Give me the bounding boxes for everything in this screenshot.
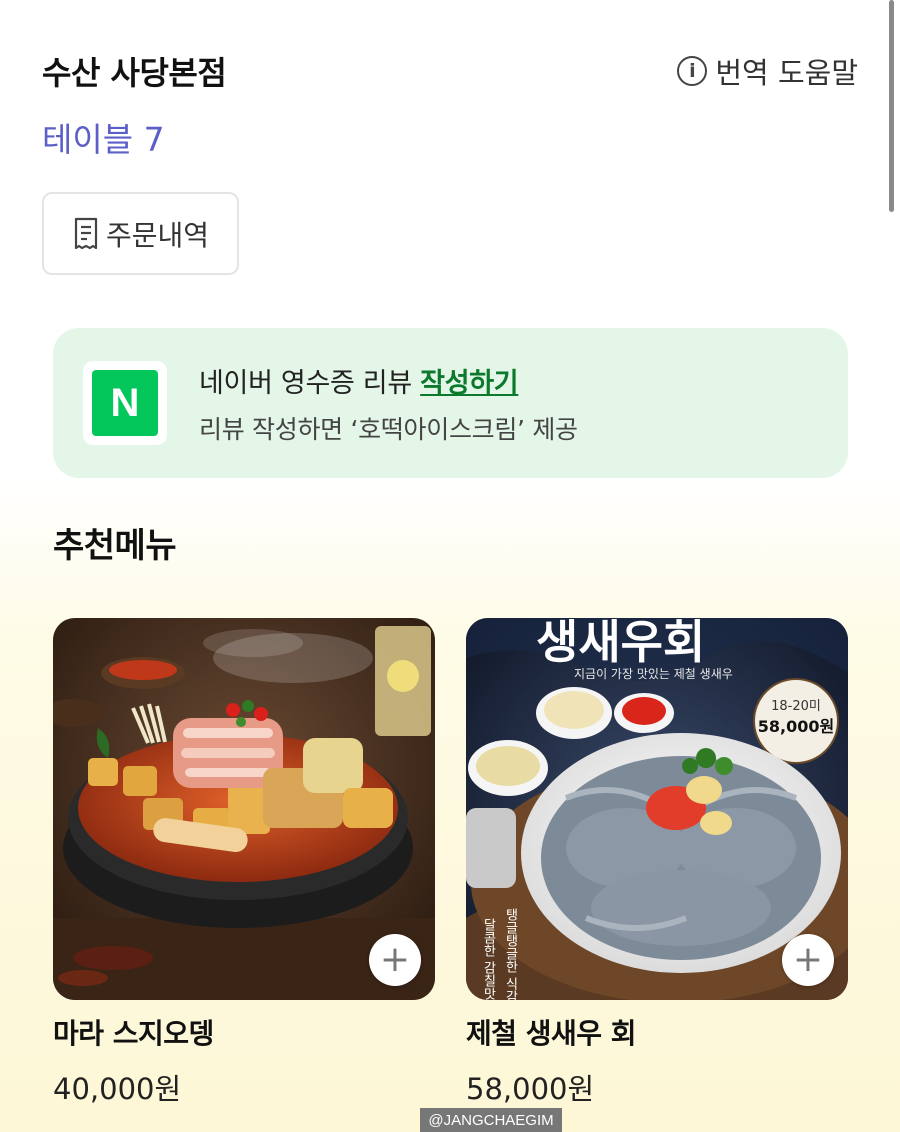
- image-vertical-right: 탱글탱글한 식감: [503, 908, 518, 1000]
- menu-name: 마라 스지오뎅: [53, 1017, 214, 1050]
- naver-logo-icon: N: [92, 370, 158, 436]
- menu-price: 58,000원: [466, 1072, 595, 1106]
- badge-count: 18-20미: [771, 699, 821, 714]
- add-to-cart-button[interactable]: +: [369, 934, 421, 986]
- menu-card[interactable]: 생새우회 지금이 가장 맛있는 제철 생새우 18-20미 58,000원 달콤…: [466, 618, 848, 1108]
- review-text: 네이버 영수증 리뷰 작성하기 리뷰 작성하면 ‘호떡아이스크림’ 제공: [199, 361, 578, 446]
- review-prefix: 네이버 영수증 리뷰: [199, 367, 421, 399]
- store-name: 수산 사당본점: [42, 54, 227, 92]
- write-review-link[interactable]: 작성하기: [420, 368, 518, 399]
- mala-stew-photo[interactable]: +: [53, 618, 435, 1000]
- receipt-icon: [74, 217, 98, 249]
- menu-card[interactable]: + 마라 스지오뎅 40,000원: [53, 618, 435, 1108]
- translation-help-link[interactable]: i 번역 도움말: [677, 50, 858, 92]
- recommended-menu-title: 추천메뉴: [53, 526, 177, 566]
- info-icon: i: [677, 56, 708, 86]
- order-history-button[interactable]: 주문내역: [42, 192, 239, 275]
- image-tagline: 지금이 가장 맛있는 제철 생새우: [574, 667, 733, 681]
- naver-logo-box: N: [83, 361, 167, 445]
- add-to-cart-button[interactable]: +: [782, 934, 834, 986]
- badge-price: 58,000원: [758, 717, 834, 736]
- review-reward-text: 리뷰 작성하면 ‘호떡아이스크림’ 제공: [199, 414, 578, 444]
- review-line-1: 네이버 영수증 리뷰 작성하기: [199, 361, 578, 400]
- menu-name: 제철 생새우 회: [466, 1017, 637, 1050]
- watermark: @JANGCHAEGIM: [420, 1108, 562, 1132]
- table-label: 테이블 7: [42, 120, 165, 159]
- help-label: 번역 도움말: [715, 56, 858, 90]
- header: 수산 사당본점 i 번역 도움말: [42, 48, 858, 96]
- image-vertical-left: 달콤한 감칠맛: [481, 918, 496, 1000]
- raw-shrimp-photo[interactable]: 생새우회 지금이 가장 맛있는 제철 생새우 18-20미 58,000원 달콤…: [466, 618, 848, 1000]
- image-headline: 생새우회: [536, 618, 705, 669]
- order-history-label: 주문내역: [105, 218, 210, 252]
- scrollbar[interactable]: [889, 0, 894, 212]
- menu-price: 40,000원: [53, 1072, 182, 1106]
- naver-review-banner[interactable]: N 네이버 영수증 리뷰 작성하기 리뷰 작성하면 ‘호떡아이스크림’ 제공: [53, 328, 848, 478]
